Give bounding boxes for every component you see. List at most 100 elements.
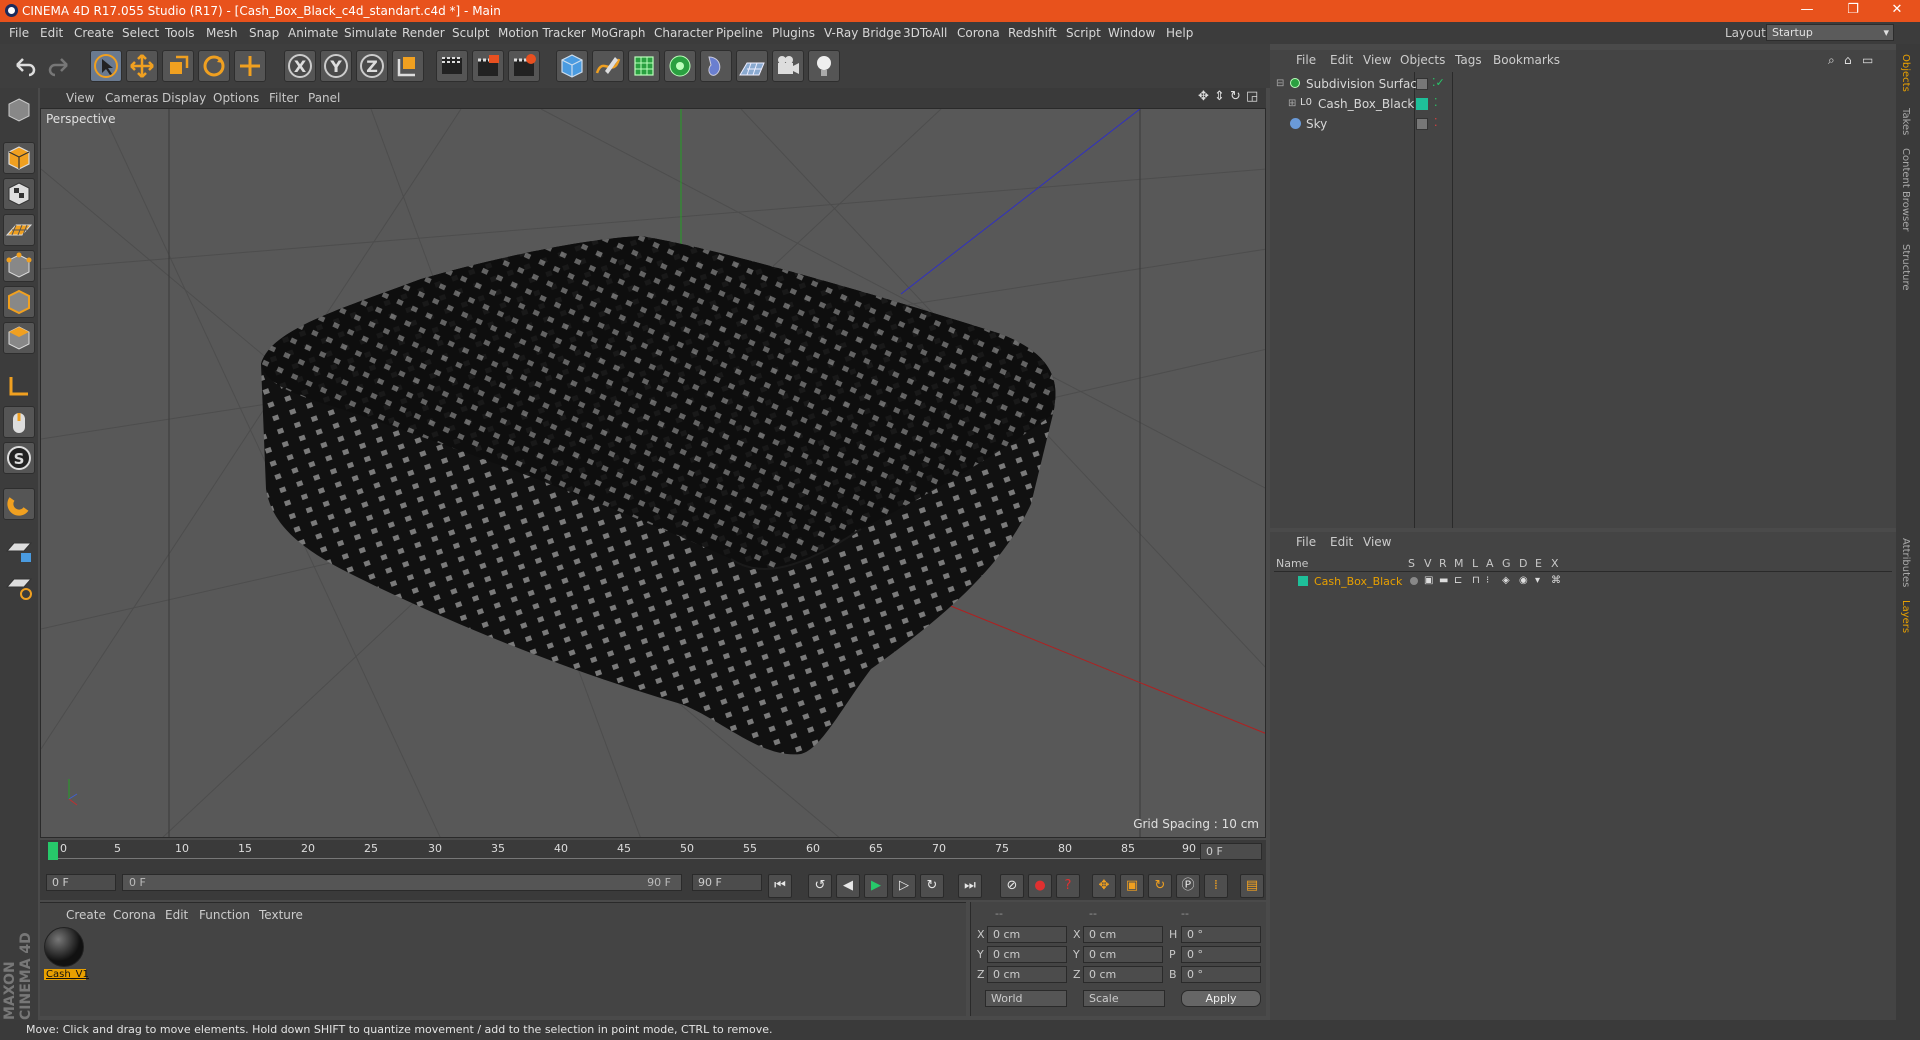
layer-tag-icon[interactable]	[1416, 118, 1428, 130]
key-scale-icon[interactable]: ▣	[1120, 874, 1144, 898]
go-to-end-icon[interactable]: ⏭	[958, 874, 982, 898]
rotation-p-field[interactable]: 0 °	[1181, 946, 1261, 963]
menu-select[interactable]: Select	[122, 26, 159, 40]
layer-color-swatch[interactable]	[1298, 576, 1308, 586]
search-icon[interactable]: ⌕	[1828, 53, 1835, 68]
object-name[interactable]: Sky	[1306, 117, 1327, 131]
tweak-mode-icon[interactable]	[3, 406, 35, 438]
layer-lock-toggle[interactable]: ⊓	[1472, 575, 1480, 586]
start-frame-field[interactable]: 0 F	[46, 874, 116, 891]
previous-key-icon[interactable]: ↺	[808, 874, 832, 898]
viewport-maximize-icon[interactable]: ◲	[1246, 89, 1258, 104]
lock-workplane-icon[interactable]	[3, 534, 35, 566]
tab-takes[interactable]: Takes	[1900, 108, 1911, 135]
viewport-rotate-icon[interactable]: ↻	[1230, 89, 1241, 104]
menu-tools[interactable]: Tools	[165, 26, 195, 40]
timeline-window-icon[interactable]: ▤	[1240, 874, 1264, 898]
object-row-sky[interactable]: Sky ⁚	[1276, 116, 1896, 134]
menu-3dtoall[interactable]: 3DToAll	[903, 26, 947, 40]
object-menu-bookmarks[interactable]: Bookmarks	[1493, 53, 1560, 67]
cube-icon[interactable]	[556, 50, 588, 82]
close-button[interactable]: ✕	[1874, 0, 1920, 22]
menu-help[interactable]: Help	[1166, 26, 1193, 40]
menu-sculpt[interactable]: Sculpt	[452, 26, 489, 40]
viewport-menu-panel[interactable]: Panel	[308, 91, 340, 105]
redo-icon[interactable]	[44, 50, 76, 82]
coordinate-system-icon[interactable]	[392, 50, 424, 82]
layer-animation-toggle[interactable]: ⁝	[1486, 575, 1489, 586]
transform-icon[interactable]	[234, 50, 266, 82]
object-row-subdivision-surface[interactable]: ⊟ Subdivision Surface ⁚✓	[1276, 76, 1896, 94]
tab-layers[interactable]: Layers	[1900, 600, 1911, 633]
key-rotation-icon[interactable]: ↻	[1148, 874, 1172, 898]
enabled-check-icon[interactable]: ⁚✓	[1432, 76, 1445, 89]
polygons-mode-icon[interactable]	[3, 322, 35, 354]
layer-row[interactable]: Cash_Box_Black ▣ ▬ ⊏ ⊓ ⁝ ◈ ◉ ▾ ⌘	[1274, 574, 1892, 590]
render-picture-viewer-icon[interactable]	[472, 50, 504, 82]
scale-select[interactable]: Scale	[1083, 990, 1165, 1007]
snap-icon[interactable]: S	[3, 442, 35, 474]
viewport-menu-filter[interactable]: Filter	[269, 91, 299, 105]
visibility-dots-icon[interactable]: ⁚	[1434, 116, 1438, 129]
layer-generators-toggle[interactable]: ◈	[1502, 575, 1510, 586]
menu-window[interactable]: Window	[1108, 26, 1155, 40]
menu-mograph[interactable]: MoGraph	[591, 26, 646, 40]
menu-file[interactable]: File	[9, 26, 29, 40]
viewport-menu-display[interactable]: Display	[162, 91, 206, 105]
rotate-icon[interactable]	[198, 50, 230, 82]
axis-mode-icon[interactable]	[3, 370, 35, 402]
autokey-icon[interactable]: ●	[1028, 874, 1052, 898]
rotation-b-field[interactable]: 0 °	[1181, 966, 1261, 983]
position-z-field[interactable]: 0 cm	[987, 966, 1067, 983]
tab-attributes[interactable]: Attributes	[1900, 538, 1911, 587]
render-view-icon[interactable]	[436, 50, 468, 82]
viewport-menu-cameras[interactable]: Cameras	[105, 91, 158, 105]
menu-create[interactable]: Create	[74, 26, 114, 40]
subdivision-icon[interactable]	[628, 50, 660, 82]
material-menu-edit[interactable]: Edit	[165, 908, 188, 922]
menu-edit[interactable]: Edit	[40, 26, 63, 40]
size-z-field[interactable]: 0 cm	[1083, 966, 1163, 983]
viewport-scene[interactable]	[41, 109, 1266, 838]
object-row-cash-box-black[interactable]: ⊞ L0 Cash_Box_Black ⁚	[1276, 96, 1896, 114]
menu-vray-bridge[interactable]: V-Ray Bridge	[824, 26, 901, 40]
position-x-field[interactable]: 0 cm	[987, 926, 1067, 943]
material-menu-texture[interactable]: Texture	[259, 908, 303, 922]
pen-spline-icon[interactable]	[592, 50, 624, 82]
menu-render[interactable]: Render	[402, 26, 445, 40]
camera-icon[interactable]	[772, 50, 804, 82]
viewport-menu-options[interactable]: Options	[213, 91, 259, 105]
magnet-icon[interactable]	[3, 488, 35, 520]
material-swatch[interactable]: Cash_V1	[44, 927, 89, 985]
key-point-level-icon[interactable]: ⁞	[1204, 874, 1228, 898]
material-menu-function[interactable]: Function	[199, 908, 250, 922]
timeline-ruler[interactable]: 0 5 10 15 20 25 30 35 40 45 50 55 60 65 …	[40, 840, 1266, 864]
layer-menu-view[interactable]: View	[1363, 535, 1391, 549]
home-icon[interactable]: ⌂	[1844, 53, 1852, 67]
viewport-menu-view[interactable]: View	[66, 91, 94, 105]
next-key-icon[interactable]: ↻	[920, 874, 944, 898]
position-y-field[interactable]: 0 cm	[987, 946, 1067, 963]
tab-content-browser[interactable]: Content Browser	[1900, 148, 1911, 231]
key-parameter-icon[interactable]: Ⓟ	[1176, 874, 1200, 898]
new-window-icon[interactable]: ▭	[1862, 53, 1873, 67]
object-name[interactable]: Cash_Box_Black	[1318, 97, 1414, 111]
z-axis-icon[interactable]: Z	[356, 50, 388, 82]
texture-mode-icon[interactable]	[3, 178, 35, 210]
frame-range-slider[interactable]: 0 F 90 F	[122, 874, 682, 891]
visibility-dots-icon[interactable]: ⁚	[1434, 96, 1438, 109]
y-axis-icon[interactable]: Y	[320, 50, 352, 82]
go-to-start-icon[interactable]: ⏮	[768, 874, 792, 898]
menu-snap[interactable]: Snap	[249, 26, 279, 40]
material-menu-create[interactable]: Create	[66, 908, 106, 922]
layer-render-toggle[interactable]: ▬	[1439, 575, 1448, 586]
object-menu-objects[interactable]: Objects	[1400, 53, 1445, 67]
layer-view-toggle[interactable]: ▣	[1424, 575, 1433, 586]
viewport-perspective[interactable]: Perspective Grid Spacing : 10 cm	[40, 108, 1266, 838]
menu-motion-tracker[interactable]: Motion Tracker	[498, 26, 586, 40]
tab-structure[interactable]: Structure	[1900, 244, 1911, 291]
cloner-icon[interactable]	[664, 50, 696, 82]
apply-button[interactable]: Apply	[1181, 990, 1261, 1007]
move-icon[interactable]	[126, 50, 158, 82]
deformer-icon[interactable]	[700, 50, 732, 82]
